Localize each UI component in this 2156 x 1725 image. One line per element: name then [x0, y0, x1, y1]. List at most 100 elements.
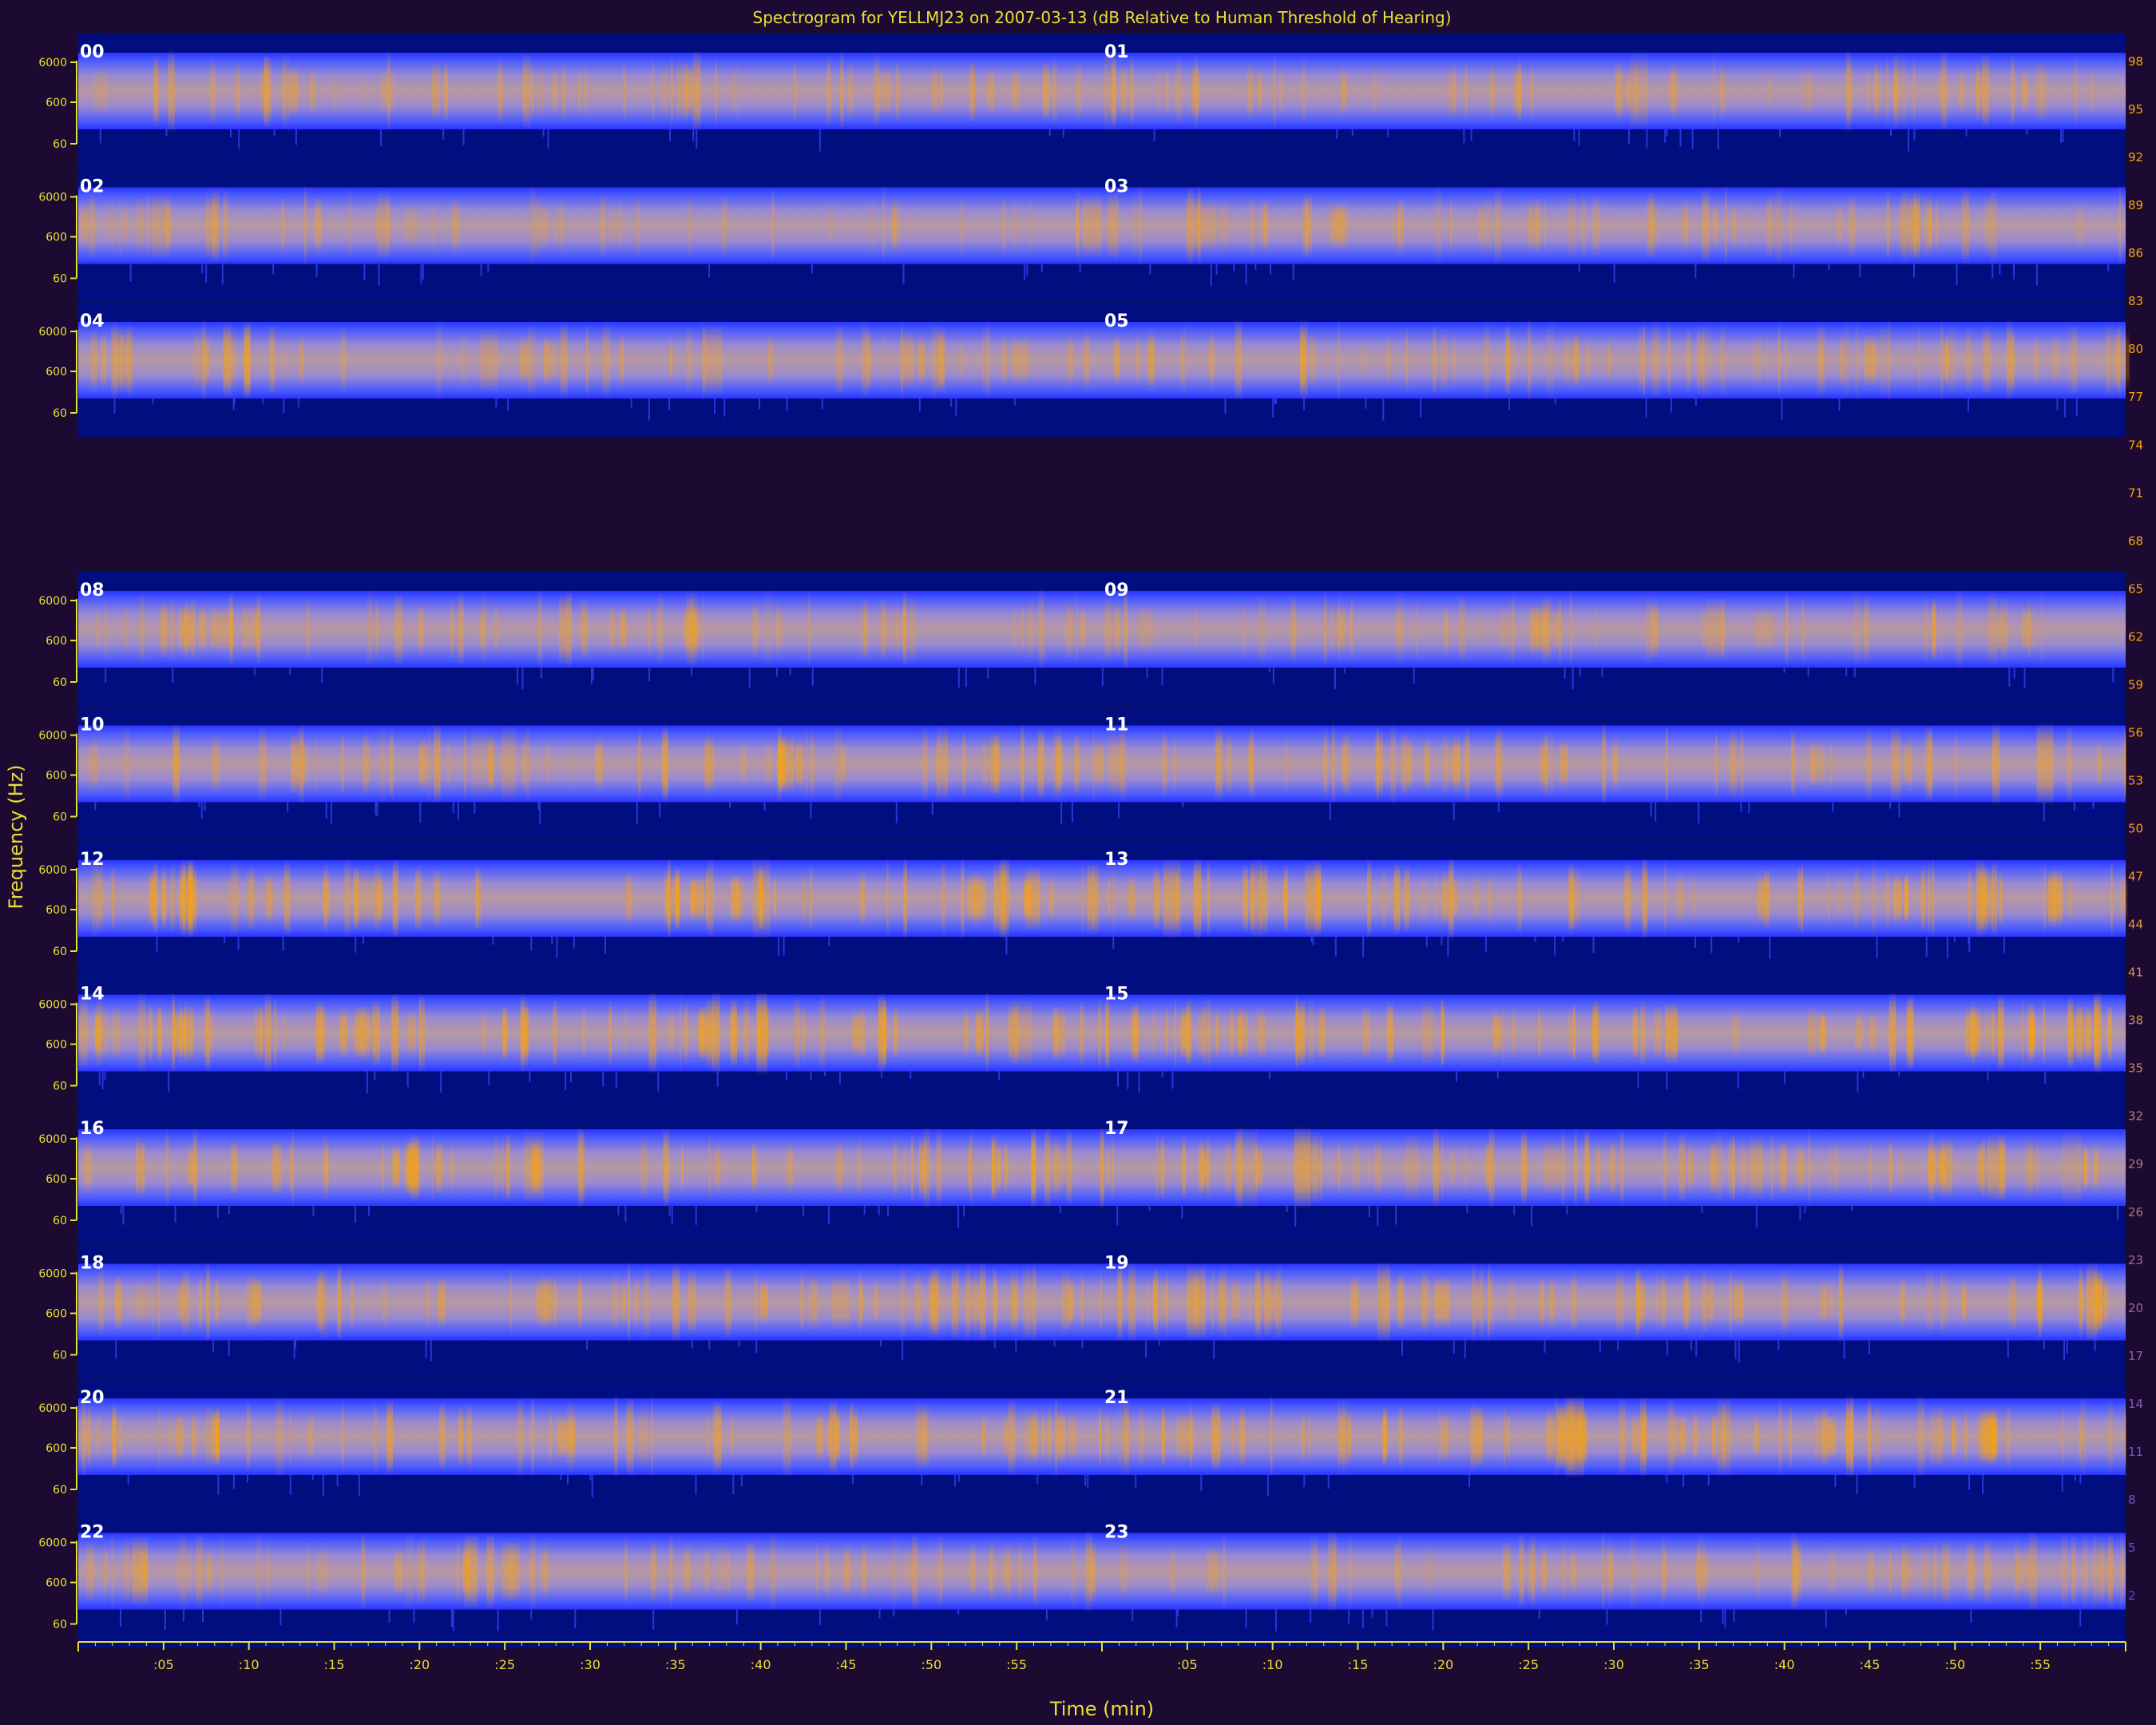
noise-streak — [419, 802, 422, 823]
noise-streak — [1956, 264, 1958, 285]
spectral-spike — [88, 737, 93, 791]
spectral-spike — [1693, 1410, 1698, 1463]
spectral-spike — [560, 322, 568, 399]
spectral-spike — [636, 193, 640, 258]
spectral-spike — [1529, 603, 1534, 656]
noise-streak — [495, 399, 497, 407]
spectral-spike — [1755, 1541, 1761, 1602]
spectral-spike — [104, 596, 108, 663]
spectral-spike — [1066, 329, 1068, 391]
spectral-spike — [84, 1141, 92, 1194]
noise-streak — [474, 802, 476, 814]
noise-streak — [422, 264, 424, 280]
spectral-spike — [1488, 1261, 1490, 1343]
spectral-spike — [1828, 1280, 1835, 1324]
spectral-spike — [549, 1406, 552, 1468]
spectral-spike — [1351, 595, 1353, 664]
noise-streak — [1691, 129, 1694, 149]
noise-streak — [828, 937, 830, 946]
spectral-spike — [1729, 1266, 1732, 1338]
x-tick-label: :30 — [580, 1657, 600, 1672]
noise-streak — [1116, 1206, 1119, 1226]
noise-streak — [113, 399, 116, 414]
noise-streak — [810, 802, 812, 819]
spectral-spike — [2076, 201, 2084, 250]
spectral-spike — [411, 1132, 419, 1203]
spectral-spike — [826, 54, 831, 128]
spectral-spike — [132, 1536, 149, 1607]
noise-streak — [1181, 1206, 1183, 1219]
spectral-spike — [1120, 1541, 1128, 1601]
spectral-spike — [595, 738, 603, 790]
noise-streak — [893, 1609, 895, 1617]
noise-streak — [963, 1206, 965, 1217]
noise-streak — [1889, 802, 1892, 809]
spectral-spike — [1829, 1140, 1833, 1195]
noise-streak — [1148, 1206, 1151, 1211]
noise-streak — [827, 1206, 830, 1224]
spectral-spike — [1098, 995, 1101, 1071]
spectral-spike — [1405, 1133, 1419, 1202]
noise-streak — [1578, 129, 1580, 146]
spectral-spike — [86, 1541, 95, 1602]
spectral-spike — [1422, 871, 1426, 926]
noise-streak — [1303, 399, 1306, 410]
spectral-spike — [94, 68, 108, 114]
spectral-spike — [1869, 1139, 1873, 1196]
noise-streak — [1700, 1609, 1702, 1623]
noise-streak — [902, 1340, 904, 1360]
spectral-spike — [1721, 601, 1724, 658]
noise-streak — [311, 1475, 314, 1481]
noise-streak — [1845, 1609, 1847, 1616]
spectral-spike — [534, 193, 542, 258]
spectral-spike — [2022, 606, 2029, 652]
spectral-spike — [494, 602, 498, 656]
noise-streak — [1327, 1475, 1330, 1489]
noise-streak — [2079, 1475, 2082, 1484]
noise-streak — [1060, 1206, 1061, 1213]
spectral-spike — [852, 1011, 860, 1056]
spectral-spike — [1112, 861, 1116, 936]
spectral-spike — [741, 741, 747, 787]
spectral-spike — [1921, 865, 1925, 932]
spectral-spike — [281, 338, 285, 383]
spectral-spike — [850, 1401, 854, 1473]
spectral-spike — [283, 859, 291, 938]
noise-streak — [355, 937, 357, 953]
spectral-spike — [839, 51, 844, 131]
spectral-spike — [1080, 1271, 1084, 1333]
spectral-spike — [361, 1532, 366, 1611]
noise-streak — [1040, 264, 1043, 273]
spectral-spike — [1930, 1406, 1937, 1467]
spectral-spike — [1966, 327, 1972, 393]
spectral-spike — [1231, 1414, 1235, 1460]
spectral-spike — [1422, 1000, 1433, 1066]
spectral-spike — [1912, 57, 1916, 125]
noise-streak — [551, 937, 553, 945]
spectral-spike — [215, 1406, 220, 1468]
spectral-spike — [1656, 1271, 1659, 1334]
spectral-spike — [1710, 1139, 1717, 1196]
spectral-spike — [676, 59, 688, 123]
spectral-spike — [1021, 723, 1024, 805]
spectral-spike — [1692, 874, 1694, 922]
noise-streak — [164, 1609, 166, 1631]
spectral-spike — [767, 335, 774, 386]
noise-streak — [748, 668, 751, 688]
spectral-spike — [1664, 1002, 1678, 1064]
spectral-spike — [1435, 184, 1442, 268]
spectral-spike — [1900, 1277, 1905, 1327]
spectral-spike — [2094, 991, 2102, 1075]
spectral-spike — [1075, 61, 1082, 121]
spectral-spike — [192, 871, 197, 926]
noise-streak — [1566, 1206, 1568, 1215]
noise-streak — [732, 1475, 735, 1495]
noise-streak — [803, 1206, 805, 1216]
noise-band — [78, 1533, 2126, 1610]
colorbar-tick-label: 56 — [2128, 725, 2143, 740]
spectral-spike — [965, 1261, 971, 1343]
spectral-spike — [561, 61, 566, 121]
spectral-spike — [1438, 1402, 1441, 1472]
spectral-spike — [1285, 735, 1288, 793]
noise-streak — [1312, 937, 1314, 946]
